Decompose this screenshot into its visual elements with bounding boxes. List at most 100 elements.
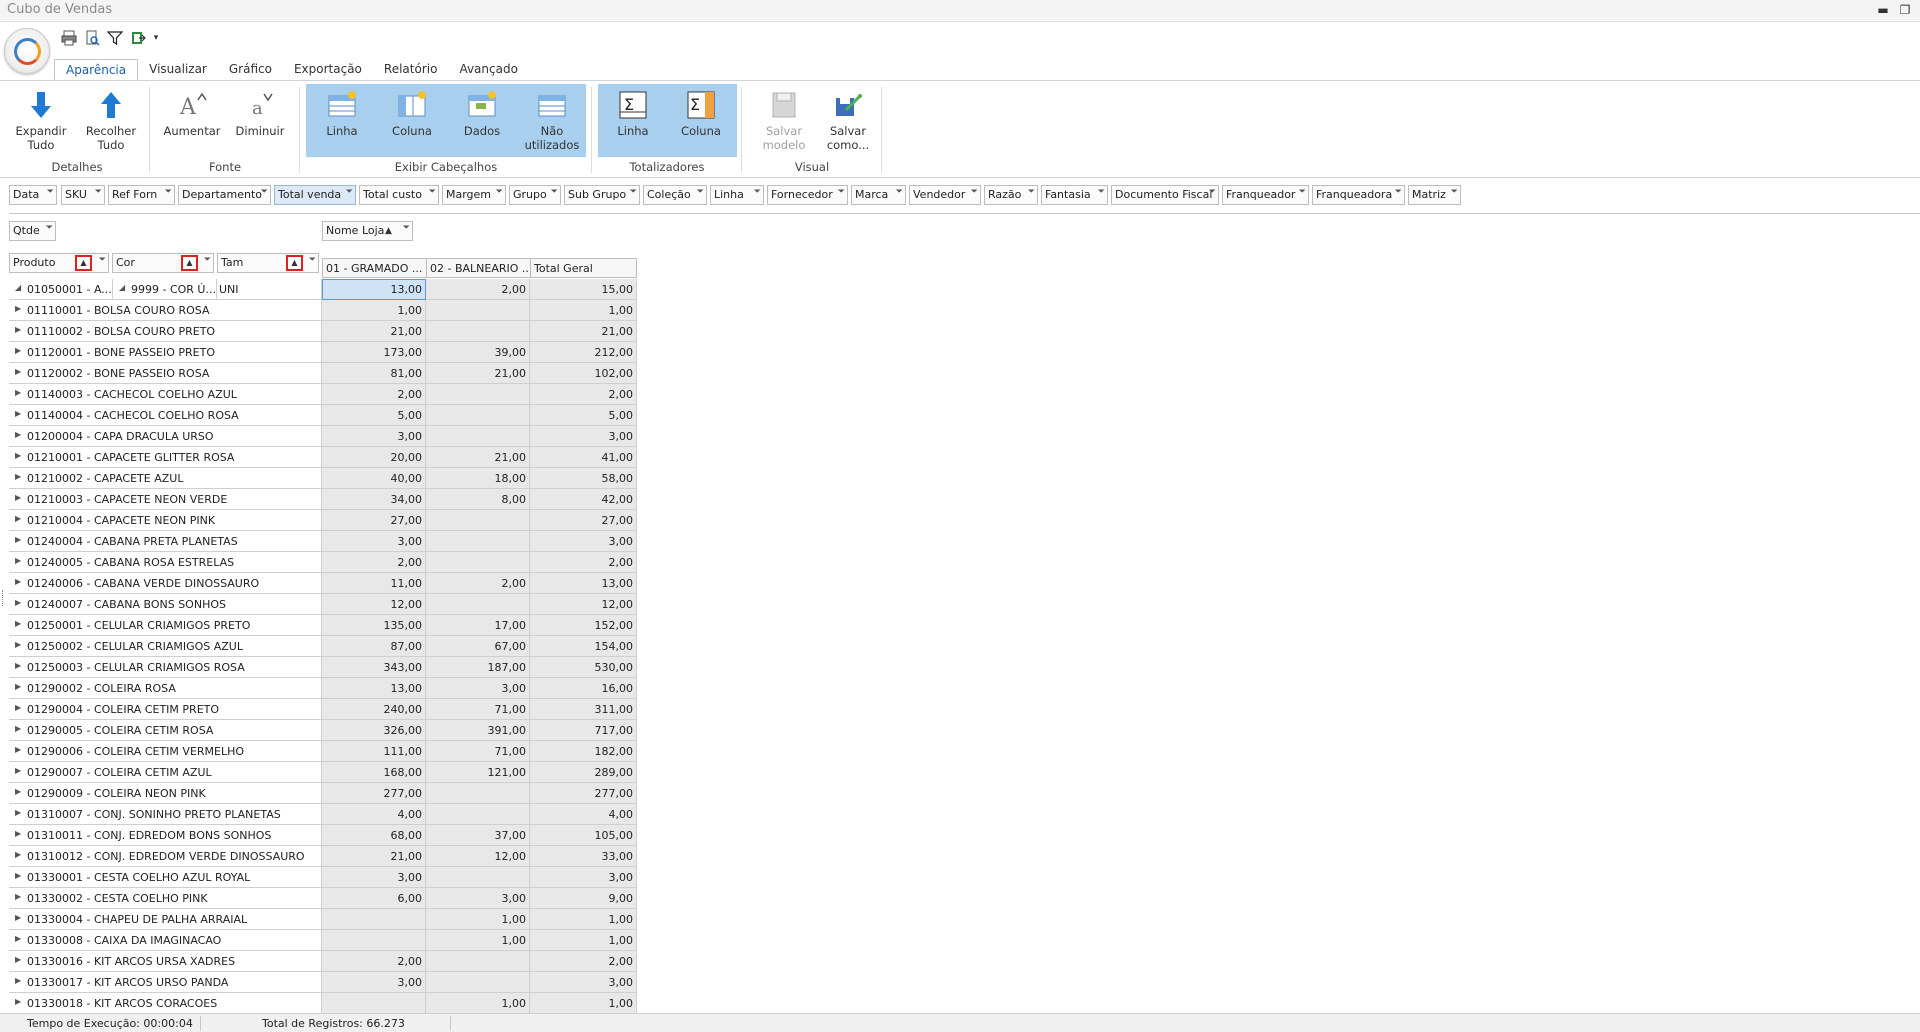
total-cell[interactable]: 58,00 — [530, 468, 637, 489]
value-cell[interactable] — [426, 405, 530, 426]
funnel-icon[interactable]: ⏷ — [47, 187, 54, 197]
total-cell[interactable]: 182,00 — [530, 741, 637, 762]
filter-field-matriz[interactable]: Matriz ⏷ — [1408, 185, 1461, 205]
total-cell[interactable]: 15,00 — [530, 279, 637, 300]
app-menu-button[interactable] — [4, 28, 50, 74]
splitter-handle[interactable] — [2, 590, 5, 606]
value-cell[interactable]: 3,00 — [426, 888, 530, 909]
value-cell[interactable]: 39,00 — [426, 342, 530, 363]
row-header-cell[interactable]: ▶ 01290004 - COLEIRA CETIM PRETO — [9, 699, 322, 720]
expand-icon[interactable]: ▶ — [15, 325, 21, 334]
expand-icon[interactable]: ▶ — [15, 724, 21, 733]
diminuir-fonte-button[interactable]: a Diminuir — [230, 84, 290, 157]
value-cell[interactable]: 2,00 — [322, 552, 426, 573]
total-cell[interactable]: 212,00 — [530, 342, 637, 363]
totalizador-linha-button[interactable]: Σ Linha — [600, 84, 666, 157]
filter-field-departamento[interactable]: Departamento ⏷ — [178, 185, 271, 205]
row-cell-produto[interactable]: ◢ 01050001 - A... — [9, 279, 113, 300]
salvar-modelo-button[interactable]: Salvar modelo — [758, 84, 810, 157]
value-cell[interactable] — [426, 510, 530, 531]
expand-icon[interactable]: ▶ — [15, 766, 21, 775]
sort-asc-icon[interactable]: ▲ — [385, 226, 392, 236]
value-cell[interactable]: 17,00 — [426, 615, 530, 636]
row-header-cell[interactable]: ▶ 01240007 - CABANA BONS SONHOS — [9, 594, 322, 615]
value-cell[interactable]: 21,00 — [426, 363, 530, 384]
row-field-cor[interactable]: Cor ▲ ⏷ — [112, 253, 214, 273]
expand-icon[interactable]: ▶ — [15, 388, 21, 397]
row-header-cell[interactable]: ▶ 01290005 - COLEIRA CETIM ROSA — [9, 720, 322, 741]
value-cell[interactable]: 27,00 — [322, 510, 426, 531]
filter-field-franqueador[interactable]: Franqueador ⏷ — [1222, 185, 1309, 205]
total-cell[interactable]: 717,00 — [530, 720, 637, 741]
total-cell[interactable]: 3,00 — [530, 531, 637, 552]
total-cell[interactable]: 9,00 — [530, 888, 637, 909]
row-header-cell[interactable]: ▶ 01250001 - CELULAR CRIAMIGOS PRETO — [9, 615, 322, 636]
value-cell[interactable] — [426, 531, 530, 552]
row-header-cell[interactable]: ▶ 01210002 - CAPACETE AZUL — [9, 468, 322, 489]
filter-field-colecao[interactable]: Coleção ⏷ — [643, 185, 707, 205]
expand-icon[interactable]: ▶ — [15, 451, 21, 460]
value-cell[interactable] — [322, 993, 426, 1014]
filter-field-margem[interactable]: Margem ⏷ — [442, 185, 506, 205]
value-cell[interactable]: 13,00 — [322, 678, 426, 699]
expand-icon[interactable]: ▶ — [15, 913, 21, 922]
total-cell[interactable]: 1,00 — [530, 909, 637, 930]
funnel-icon[interactable]: ⏷ — [551, 187, 558, 197]
row-header-cell[interactable]: ▶ 01210001 - CAPACETE GLITTER ROSA — [9, 447, 322, 468]
value-cell[interactable]: 2,00 — [322, 384, 426, 405]
expand-icon[interactable]: ▶ — [15, 556, 21, 565]
value-cell[interactable]: 3,00 — [322, 867, 426, 888]
row-header-cell[interactable]: ▶ 01140003 - CACHECOL COELHO AZUL — [9, 384, 322, 405]
row-header-cell[interactable]: ▶ 01290002 - COLEIRA ROSA — [9, 678, 322, 699]
total-cell[interactable]: 311,00 — [530, 699, 637, 720]
sort-asc-icon[interactable]: ▲ — [181, 255, 198, 271]
funnel-icon[interactable]: ⏷ — [1451, 187, 1458, 197]
value-cell[interactable]: 391,00 — [426, 720, 530, 741]
filter-field-grupo[interactable]: Grupo ⏷ — [509, 185, 561, 205]
value-cell[interactable]: 6,00 — [322, 888, 426, 909]
tab-avancado[interactable]: Avançado — [448, 59, 528, 81]
value-cell[interactable]: 34,00 — [322, 489, 426, 510]
funnel-icon[interactable]: ⏷ — [309, 255, 316, 265]
expand-icon[interactable]: ▶ — [15, 409, 21, 418]
funnel-icon[interactable]: ⏷ — [261, 187, 268, 197]
column-header-balneario[interactable]: 02 - BALNEARIO ... — [426, 258, 531, 278]
value-cell[interactable]: 2,00 — [426, 279, 530, 300]
row-header-cell[interactable]: ▶ 01330001 - CESTA COELHO AZUL ROYAL — [9, 867, 322, 888]
row-field-produto[interactable]: Produto ▲ ⏷ — [9, 253, 109, 273]
value-cell[interactable]: 326,00 — [322, 720, 426, 741]
total-cell[interactable]: 102,00 — [530, 363, 637, 384]
value-cell[interactable]: 1,00 — [426, 993, 530, 1014]
value-cell[interactable] — [426, 951, 530, 972]
value-cell[interactable]: 11,00 — [322, 573, 426, 594]
expand-icon[interactable]: ▶ — [15, 997, 21, 1006]
expand-icon[interactable]: ▶ — [15, 829, 21, 838]
expand-icon[interactable]: ▶ — [15, 745, 21, 754]
expand-icon[interactable]: ▶ — [15, 346, 21, 355]
expand-icon[interactable]: ▶ — [15, 871, 21, 880]
total-cell[interactable]: 4,00 — [530, 804, 637, 825]
tab-exportacao[interactable]: Exportação — [283, 59, 373, 81]
total-cell[interactable]: 530,00 — [530, 657, 637, 678]
expand-icon[interactable]: ▶ — [15, 892, 21, 901]
value-cell[interactable]: 111,00 — [322, 741, 426, 762]
expand-icon[interactable]: ▶ — [15, 619, 21, 628]
row-header-cell[interactable]: ▶ 01310011 - CONJ. EDREDOM BONS SONHOS — [9, 825, 322, 846]
row-header-cell[interactable]: ▶ 01240005 - CABANA ROSA ESTRELAS — [9, 552, 322, 573]
minimize-button[interactable]: ▬ — [1874, 1, 1892, 19]
expand-icon[interactable]: ▶ — [15, 808, 21, 817]
funnel-icon[interactable]: ⏷ — [95, 187, 102, 197]
value-cell[interactable]: 5,00 — [322, 405, 426, 426]
value-cell[interactable]: 87,00 — [322, 636, 426, 657]
filter-field-marca[interactable]: Marca ⏷ — [851, 185, 906, 205]
funnel-icon[interactable]: ⏷ — [1028, 187, 1035, 197]
row-header-cell[interactable]: ▶ 01250002 - CELULAR CRIAMIGOS AZUL — [9, 636, 322, 657]
value-cell[interactable]: 20,00 — [322, 447, 426, 468]
total-cell[interactable]: 2,00 — [530, 552, 637, 573]
funnel-icon[interactable]: ⏷ — [1209, 187, 1216, 197]
value-cell[interactable]: 71,00 — [426, 741, 530, 762]
funnel-icon[interactable]: ⏷ — [630, 187, 637, 197]
filter-icon[interactable] — [106, 29, 124, 47]
total-cell[interactable]: 277,00 — [530, 783, 637, 804]
expand-icon[interactable]: ▶ — [15, 430, 21, 439]
